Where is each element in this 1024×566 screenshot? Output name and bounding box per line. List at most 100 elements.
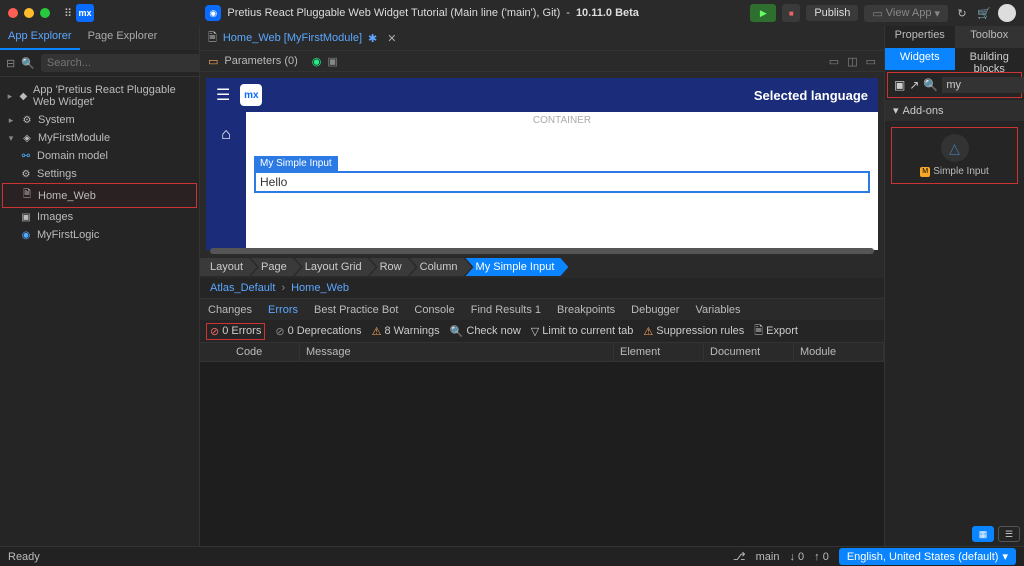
bc-row[interactable]: Row bbox=[370, 258, 416, 276]
sidebar-search-input[interactable] bbox=[41, 54, 207, 72]
parameters-label[interactable]: Parameters (0) bbox=[224, 55, 297, 67]
layout-icon[interactable]: ▭ bbox=[829, 55, 839, 68]
bc-layout[interactable]: Layout bbox=[200, 258, 257, 276]
section-addons[interactable]: ▾Add-ons bbox=[885, 100, 1024, 121]
tab-page-explorer[interactable]: Page Explorer bbox=[80, 26, 166, 50]
maximize-icon[interactable] bbox=[40, 8, 50, 18]
stop-button[interactable]: ■ bbox=[782, 4, 800, 22]
panel-icon[interactable]: ▣ bbox=[327, 55, 337, 68]
subtab-widgets[interactable]: Widgets bbox=[885, 48, 955, 70]
tab-bpb[interactable]: Best Practice Bot bbox=[306, 301, 406, 319]
breadcrumb: Layout Page Layout Grid Row Column My Si… bbox=[200, 256, 884, 278]
horizontal-scrollbar[interactable] bbox=[210, 248, 874, 254]
close-icon[interactable] bbox=[8, 8, 18, 18]
minimize-icon[interactable] bbox=[24, 8, 34, 18]
view-app-button[interactable]: ▭ View App ▾ bbox=[864, 5, 948, 22]
language-selector[interactable]: English, United States (default) ▾ bbox=[839, 548, 1016, 565]
chevron-right-icon: › bbox=[281, 282, 285, 294]
brand-logo: mx bbox=[240, 84, 262, 106]
tab-app-explorer[interactable]: App Explorer bbox=[0, 26, 80, 50]
pull-icon[interactable]: ↓ 0 bbox=[789, 551, 804, 563]
tree-logic[interactable]: ◉MyFirstLogic bbox=[2, 226, 197, 244]
subtab-building-blocks[interactable]: Building blocks bbox=[955, 48, 1024, 70]
run-button[interactable]: ▶ bbox=[750, 4, 776, 22]
tree-images[interactable]: ▣Images bbox=[2, 208, 197, 226]
page-link[interactable]: Home_Web bbox=[291, 282, 349, 294]
toolbox-panel: Properties Toolbox Widgets Building bloc… bbox=[884, 26, 1024, 546]
chevron-down-icon: ▾ bbox=[1002, 550, 1008, 563]
toolbox-icon-a[interactable]: ▣ bbox=[894, 78, 905, 92]
container-label: CONTAINER bbox=[246, 112, 878, 129]
widget-my-simple-input[interactable]: My Simple Input bbox=[254, 155, 870, 193]
tree-settings[interactable]: ⚙Settings bbox=[2, 165, 197, 183]
errors-count[interactable]: ⊘0 Errors bbox=[206, 323, 265, 340]
toolbox-search-input[interactable] bbox=[942, 77, 1024, 93]
toolbox-widget-name: Simple Input bbox=[933, 166, 989, 177]
tab-find[interactable]: Find Results 1 bbox=[463, 301, 549, 319]
deprecations-count[interactable]: ⊘0 Deprecations bbox=[275, 325, 361, 338]
tab-properties[interactable]: Properties bbox=[885, 26, 955, 48]
tree-domain-model[interactable]: ⚯Domain model bbox=[2, 147, 197, 165]
toolbox-widget-simple-input[interactable]: △ MSimple Input bbox=[891, 127, 1018, 184]
check-now-button[interactable]: 🔍Check now bbox=[450, 325, 521, 338]
tab-variables[interactable]: Variables bbox=[687, 301, 748, 319]
page-canvas[interactable]: ☰ mx Selected language ⌂ CONTAINER My Si… bbox=[200, 72, 884, 256]
tab-breakpoints[interactable]: Breakpoints bbox=[549, 301, 623, 319]
window-controls bbox=[8, 8, 50, 18]
tree-home-web[interactable]: 🗎Home_Web bbox=[2, 183, 197, 208]
bc-grid[interactable]: Layout Grid bbox=[295, 258, 376, 276]
suppression-button[interactable]: ⚠Suppression rules bbox=[643, 325, 744, 338]
editor-area: 🗎 Home_Web [MyFirstModule] ✱ ✕ ▭ Paramet… bbox=[200, 26, 884, 546]
view-icon[interactable]: ▭ bbox=[866, 55, 876, 68]
sync-icon[interactable]: ↻ bbox=[954, 5, 970, 21]
layout-link[interactable]: Atlas_Default bbox=[210, 282, 275, 294]
tree-app[interactable]: ▸◆App 'Pretius React Pluggable Web Widge… bbox=[2, 81, 197, 111]
tab-errors[interactable]: Errors bbox=[260, 301, 306, 319]
cart-icon[interactable]: 🛒 bbox=[976, 5, 992, 21]
tab-console[interactable]: Console bbox=[406, 301, 462, 319]
selected-language-label: Selected language bbox=[754, 88, 868, 103]
bc-column[interactable]: Column bbox=[410, 258, 472, 276]
chevron-down-icon: ▾ bbox=[893, 104, 899, 117]
preview-icon[interactable]: ◉ bbox=[312, 55, 322, 68]
split-icon[interactable]: ◫ bbox=[847, 55, 857, 68]
home-icon[interactable]: ⌂ bbox=[221, 120, 231, 150]
sidebar: App Explorer Page Explorer ⊟ 🔍 ▸◆App 'Pr… bbox=[0, 26, 200, 546]
push-icon[interactable]: ↑ 0 bbox=[814, 551, 829, 563]
mx-logo-icon: mx bbox=[76, 4, 94, 22]
tree-module[interactable]: ▾◈MyFirstModule bbox=[2, 129, 197, 147]
app-version: 10.11.0 Beta bbox=[576, 7, 639, 19]
search-icon: 🔍 bbox=[923, 78, 938, 92]
widget-value-input[interactable] bbox=[254, 171, 870, 193]
view-list-icon[interactable]: ☰ bbox=[998, 526, 1020, 542]
widget-icon: △ bbox=[941, 134, 969, 162]
statusbar: Ready ⎇ main ↓ 0 ↑ 0 English, United Sta… bbox=[0, 546, 1024, 566]
tree-system[interactable]: ▸⚙System bbox=[2, 111, 197, 129]
tab-debugger[interactable]: Debugger bbox=[623, 301, 687, 319]
apps-grid-icon[interactable]: ⠿ bbox=[60, 5, 76, 21]
view-grid-icon[interactable]: ▦ bbox=[972, 526, 994, 542]
publish-button[interactable]: Publish bbox=[806, 5, 858, 21]
titlebar: ⠿ mx ◉ Pretius React Pluggable Web Widge… bbox=[0, 0, 1024, 26]
collapse-icon[interactable]: ⊟ bbox=[6, 57, 15, 70]
toolbox-icon-b[interactable]: ↗ bbox=[909, 78, 919, 92]
export-button[interactable]: 🗎Export bbox=[754, 322, 798, 341]
dirty-indicator-icon: ✱ bbox=[368, 32, 377, 45]
page-icon: 🗎 bbox=[208, 29, 217, 48]
app-title: Pretius React Pluggable Web Widget Tutor… bbox=[227, 7, 560, 19]
app-icon: ◉ bbox=[205, 5, 221, 21]
document-tab[interactable]: 🗎 Home_Web [MyFirstModule] ✱ ✕ bbox=[200, 26, 884, 50]
close-tab-icon[interactable]: ✕ bbox=[387, 32, 396, 45]
warnings-count[interactable]: ⚠8 Warnings bbox=[372, 325, 440, 338]
widget-label: My Simple Input bbox=[254, 156, 338, 171]
bc-page[interactable]: Page bbox=[251, 258, 301, 276]
limit-tab-button[interactable]: ▽Limit to current tab bbox=[531, 325, 634, 338]
bc-widget[interactable]: My Simple Input bbox=[466, 258, 569, 276]
tab-changes[interactable]: Changes bbox=[200, 301, 260, 319]
params-icon: ▭ bbox=[208, 55, 218, 68]
user-avatar[interactable] bbox=[998, 4, 1016, 22]
hamburger-icon[interactable]: ☰ bbox=[216, 85, 230, 105]
tab-toolbox[interactable]: Toolbox bbox=[955, 26, 1024, 48]
status-ready: Ready bbox=[8, 551, 40, 563]
branch-name[interactable]: main bbox=[756, 551, 780, 563]
